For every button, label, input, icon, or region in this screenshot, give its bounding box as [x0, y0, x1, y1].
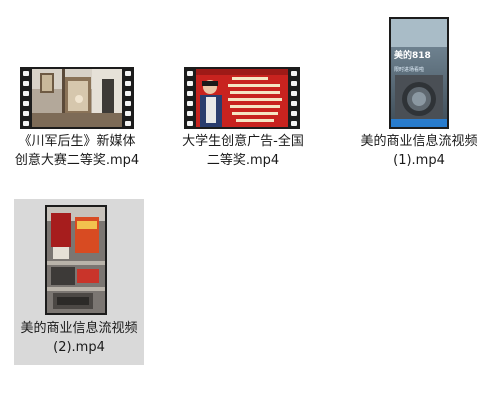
video-thumbnail: [178, 12, 308, 130]
file-item-video-1[interactable]: 《川军后生》新媒体创意大赛二等奖.mp4: [12, 12, 142, 178]
file-name-label[interactable]: 美的商业信息流视频 (1).mp4: [356, 132, 482, 170]
video-thumbnail: 美的818 限时进场看啦: [354, 12, 484, 130]
film-strip-icon: 美的818 限时进场看啦: [389, 17, 449, 129]
file-explorer-pane: 《川军后生》新媒体创意大赛二等奖.mp4 大学生创意广告-全国二等奖.mp4 美…: [0, 0, 496, 410]
film-strip-icon: [45, 205, 107, 315]
video-thumbnail: [14, 199, 144, 317]
file-name-label[interactable]: 美的商业信息流视频 (2).mp4: [16, 319, 142, 357]
file-name-label[interactable]: 大学生创意广告-全国二等奖.mp4: [180, 132, 306, 170]
thumbnail-image-washing-machine: 美的818 限时进场看啦: [391, 19, 447, 127]
file-item-video-2[interactable]: 大学生创意广告-全国二等奖.mp4: [178, 12, 308, 178]
thumbnail-caption-bottom: 限时进场看啦: [394, 67, 425, 73]
thumbnail-image-store-shelf: [47, 207, 105, 313]
thumbnail-image-red-poster: [196, 69, 288, 127]
film-strip-icon: [20, 67, 134, 129]
file-item-video-4[interactable]: 美的商业信息流视频 (2).mp4: [14, 199, 144, 365]
file-name-label[interactable]: 《川军后生》新媒体创意大赛二等奖.mp4: [14, 132, 140, 170]
thumbnail-image-interior: [32, 69, 122, 127]
video-thumbnail: [12, 12, 142, 130]
film-strip-icon: [184, 67, 300, 129]
file-item-video-3[interactable]: 美的818 限时进场看啦 美的商业信息流视频 (1).mp4: [354, 12, 484, 178]
thumbnail-caption-top: 美的818: [394, 51, 431, 61]
